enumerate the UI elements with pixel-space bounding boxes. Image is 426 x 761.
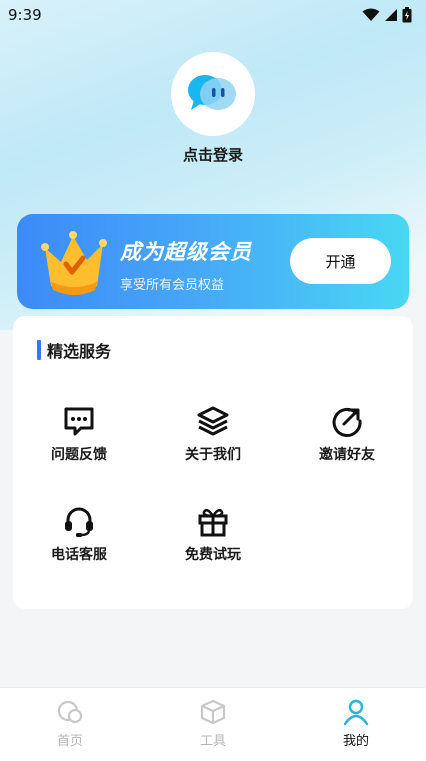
headset-icon (65, 507, 93, 537)
status-time: 9:39 (8, 6, 42, 24)
service-free-trial[interactable]: 免费试玩 (153, 504, 273, 564)
section-accent-bar (37, 340, 41, 360)
message-dots-icon (64, 407, 94, 436)
tab-home[interactable]: 首页 (20, 698, 120, 749)
services-title: 精选服务 (47, 342, 112, 361)
service-about[interactable]: 关于我们 (153, 404, 273, 464)
wifi-icon (362, 8, 380, 21)
bottom-tab-bar: 首页 工具 我的 (0, 687, 426, 761)
gift-icon (198, 508, 228, 537)
service-feedback[interactable]: 问题反馈 (19, 404, 139, 464)
chat-bubble-avatar-icon (188, 75, 236, 110)
share-arrow-icon (332, 408, 362, 437)
battery-icon (402, 7, 412, 23)
vip-card[interactable]: 成为超级会员 享受所有会员权益 开通 (17, 214, 409, 309)
tab-label: 我的 (342, 734, 369, 749)
vip-subtitle: 享受所有会员权益 (120, 278, 225, 293)
vip-title: 成为超级会员 (120, 240, 252, 264)
status-bar: 9:39 (0, 0, 426, 30)
services-heading: 精选服务 (37, 339, 111, 361)
tab-label: 首页 (56, 734, 83, 749)
avatar[interactable] (171, 52, 255, 136)
service-phone-support[interactable]: 电话客服 (19, 504, 139, 564)
box-icon (200, 699, 226, 725)
services-panel: 精选服务 问题反馈 关于我们 邀请好友 电话客服 免费试玩 (13, 316, 413, 609)
tab-tools[interactable]: 工具 (163, 698, 263, 749)
service-label: 电话客服 (51, 547, 107, 563)
layers-icon (197, 406, 229, 436)
status-icons (362, 7, 412, 23)
service-label: 免费试玩 (185, 547, 241, 563)
service-label: 邀请好友 (319, 447, 375, 463)
open-vip-button[interactable]: 开通 (290, 238, 391, 284)
crown-icon (41, 231, 107, 295)
home-icon (57, 700, 83, 724)
signal-icon (385, 9, 397, 21)
person-icon (343, 699, 369, 726)
tab-mine[interactable]: 我的 (306, 698, 406, 749)
service-label: 关于我们 (185, 447, 241, 463)
service-invite[interactable]: 邀请好友 (287, 404, 407, 464)
tab-label: 工具 (199, 734, 226, 749)
service-label: 问题反馈 (51, 447, 107, 463)
login-button[interactable]: 点击登录 (0, 144, 426, 165)
